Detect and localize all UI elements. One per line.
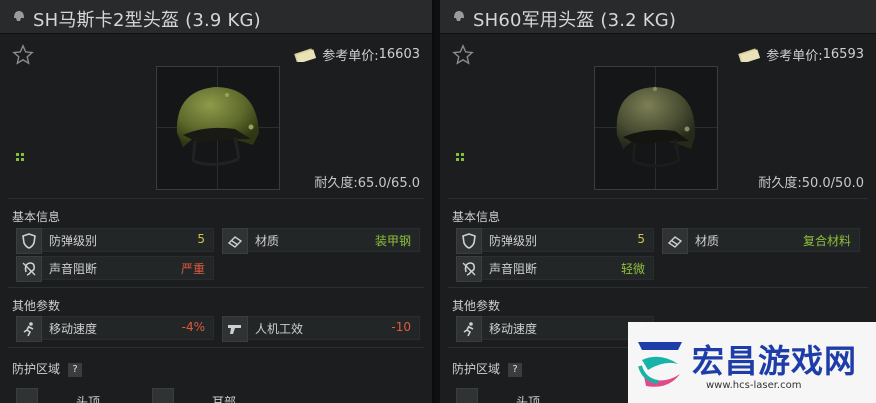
stat-value: 复合材料 xyxy=(802,234,851,248)
stat-value: 5 xyxy=(197,232,205,246)
item-titlebar: SH60军用头盔 (3.2 KG) xyxy=(440,0,876,34)
protection-zone-heading: 防护区域? xyxy=(12,360,83,377)
stat-value: 5 xyxy=(637,232,645,246)
stat-sound-block: 声音阻断 严重 xyxy=(16,256,214,282)
stat-armor-class: 防弹级别 5 xyxy=(456,228,654,254)
stat-material: 材质 复合材料 xyxy=(662,228,860,254)
stat-label: 声音阻断 xyxy=(489,262,538,276)
stat-value: 轻微 xyxy=(620,262,645,276)
price-display: 参考单价: 16593 xyxy=(738,45,864,64)
other-params-heading: 其他参数 xyxy=(12,299,61,313)
basic-info-heading: 基本信息 xyxy=(12,210,61,224)
money-icon xyxy=(738,47,761,62)
ear-icon xyxy=(152,388,174,403)
stat-move-speed: 移动速度 -4% xyxy=(16,316,214,342)
ear-icon xyxy=(16,256,42,282)
stat-label: 声音阻断 xyxy=(49,262,98,276)
divider xyxy=(448,287,868,288)
material-icon xyxy=(222,228,248,254)
price-label: 参考单价: xyxy=(766,49,823,64)
running-man-icon xyxy=(456,316,482,342)
divider xyxy=(448,198,868,199)
durability-value: 50.0/50.0 xyxy=(801,176,864,191)
durability-display: 耐久度:50.0/50.0 xyxy=(758,172,864,191)
stat-label: 人机工效 xyxy=(255,322,304,336)
helmet-icon xyxy=(14,11,24,21)
stat-value: 装甲钢 xyxy=(374,234,411,248)
grid-size-icon xyxy=(456,153,464,161)
stat-value: 严重 xyxy=(180,262,205,276)
price-value: 16603 xyxy=(378,47,420,62)
shield-icon xyxy=(16,228,42,254)
durability-value: 65.0/65.0 xyxy=(357,176,420,191)
protection-zone-label: 防护区域 xyxy=(452,362,501,376)
helmet-icon xyxy=(454,11,464,21)
stat-material: 材质 装甲钢 xyxy=(222,228,420,254)
favorite-star-icon[interactable] xyxy=(452,44,474,66)
price-value: 16593 xyxy=(822,47,864,62)
protection-zone-label: 防护区域 xyxy=(12,362,61,376)
divider xyxy=(8,287,424,288)
helmet-image xyxy=(176,87,259,166)
item-image-frame xyxy=(156,66,280,190)
durability-label: 耐久度: xyxy=(314,176,358,191)
item-panel-left: SH马斯卡2型头盔 (3.9 KG) 参考单价: 16603 耐久度:65.0/… xyxy=(0,0,434,403)
item-titlebar: SH马斯卡2型头盔 (3.9 KG) xyxy=(0,0,432,34)
stat-move-speed: 移动速度 -3 xyxy=(456,316,654,342)
item-title: SH60军用头盔 (3.2 KG) xyxy=(473,10,677,31)
favorite-star-icon[interactable] xyxy=(12,44,34,66)
stat-label: 移动速度 xyxy=(489,322,538,336)
divider xyxy=(8,347,424,348)
zone-label: 头顶 xyxy=(516,395,541,403)
grid-size-icon xyxy=(16,153,24,161)
running-man-icon xyxy=(16,316,42,342)
price-display: 参考单价: 16603 xyxy=(294,45,420,64)
help-icon[interactable]: ? xyxy=(508,362,523,377)
basic-info-heading: 基本信息 xyxy=(452,210,501,224)
zone-label: 头顶 xyxy=(76,395,101,403)
stat-label: 材质 xyxy=(695,234,720,248)
ear-icon xyxy=(456,256,482,282)
stat-sound-block: 声音阻断 轻微 xyxy=(456,256,654,282)
durability-display: 耐久度:65.0/65.0 xyxy=(314,172,420,191)
head-icon xyxy=(456,388,478,403)
stat-label: 材质 xyxy=(255,234,280,248)
stat-ergonomics: 人机工效 -10 xyxy=(222,316,420,342)
protection-zone-heading: 防护区域? xyxy=(452,360,523,377)
pistol-icon xyxy=(222,316,248,342)
money-icon xyxy=(294,47,317,62)
brand-logo-icon xyxy=(638,342,682,387)
price-label: 参考单价: xyxy=(322,49,379,64)
shield-icon xyxy=(456,228,482,254)
help-icon[interactable]: ? xyxy=(68,362,83,377)
zone-label: 耳部 xyxy=(212,395,237,403)
stat-value: -10 xyxy=(391,320,411,334)
other-params-heading: 其他参数 xyxy=(452,299,501,313)
head-icon xyxy=(16,388,38,403)
material-icon xyxy=(662,228,688,254)
watermark-brand: 宏昌游戏网 xyxy=(692,342,858,380)
item-image-frame xyxy=(594,66,718,190)
stat-label: 移动速度 xyxy=(49,322,98,336)
stat-label: 防弹级别 xyxy=(489,234,538,248)
stat-armor-class: 防弹级别 5 xyxy=(16,228,214,254)
divider xyxy=(8,198,424,199)
stat-label: 防弹级别 xyxy=(49,234,98,248)
watermark-url: www.hcs-laser.com xyxy=(706,380,802,391)
item-title: SH马斯卡2型头盔 (3.9 KG) xyxy=(33,10,261,31)
stat-value: -4% xyxy=(181,320,205,334)
site-watermark: 宏昌游戏网 www.hcs-laser.com xyxy=(628,322,876,403)
durability-label: 耐久度: xyxy=(758,176,802,191)
helmet-image xyxy=(616,87,696,168)
